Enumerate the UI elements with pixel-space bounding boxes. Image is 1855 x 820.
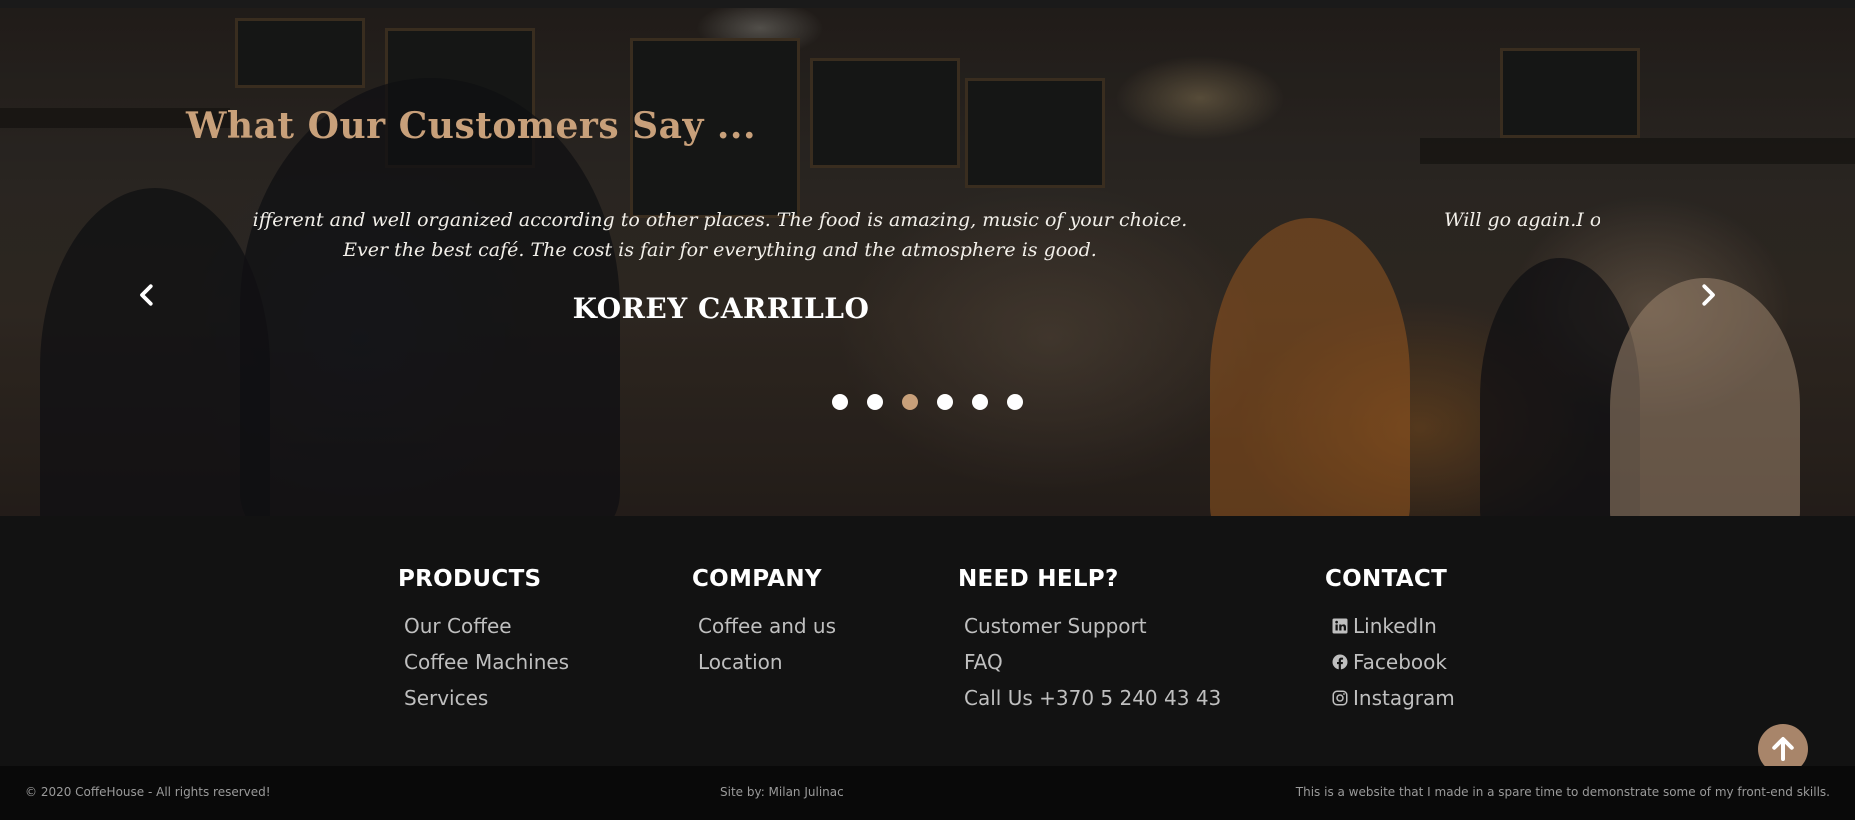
chevron-left-icon [140,284,153,306]
slider-dot-3[interactable] [902,394,918,410]
slider-dot-6[interactable] [1007,394,1023,410]
linkedin-icon [1332,618,1348,634]
slider-dot-2[interactable] [867,394,883,410]
next-slide-button[interactable] [1693,280,1723,310]
footer-heading-company: COMPANY [692,566,822,592]
facebook-label: Facebook [1353,650,1447,674]
testimonial-quote: ifferent and well organized according to… [252,209,1188,261]
footer-help-column: NEED HELP? Customer Support FAQ Call Us … [958,566,1221,716]
footer-heading-contact: CONTACT [1325,566,1448,592]
testimonials-section: What Our Customers Say ... ifferent and … [0,8,1855,516]
footer-company-column: COMPANY Coffee and us Location [692,566,836,680]
slider-dot-5[interactable] [972,394,988,410]
footer-link-coffee-and-us[interactable]: Coffee and us [692,608,836,644]
testimonial-author: KOREY CARRILLO [572,292,870,325]
footer-link-facebook[interactable]: Facebook [1325,644,1455,680]
slider-dot-4[interactable] [937,394,953,410]
bottom-bar: © 2020 CoffeHouse - All rights reserved!… [0,766,1855,820]
footer-link-coffee-machines[interactable]: Coffee Machines [398,644,569,680]
instagram-icon [1332,690,1348,706]
testimonials-title: What Our Customers Say ... [186,105,756,147]
facebook-icon [1332,654,1348,670]
slider-dot-1[interactable] [832,394,848,410]
footer-heading-help: NEED HELP? [958,566,1119,592]
footer-link-call-us[interactable]: Call Us +370 5 240 43 43 [958,680,1221,716]
footer-link-location[interactable]: Location [692,644,836,680]
slider-dots [832,394,1023,410]
instagram-label: Instagram [1353,686,1455,710]
footer-link-services[interactable]: Services [398,680,569,716]
footer-link-linkedin[interactable]: LinkedIn [1325,608,1455,644]
top-bar [0,0,1855,8]
chevron-right-icon [1702,284,1715,306]
previous-slide-button[interactable] [132,280,162,310]
footer-contact-column: CONTACT LinkedIn Facebook Instagram [1325,566,1455,716]
footer-link-instagram[interactable]: Instagram [1325,680,1455,716]
site-credit: Site by: Milan Julinac [720,785,844,799]
site-footer: PRODUCTS Our Coffee Coffee Machines Serv… [0,516,1855,766]
footer-link-customer-support[interactable]: Customer Support [958,608,1221,644]
footer-products-column: PRODUCTS Our Coffee Coffee Machines Serv… [398,566,569,716]
arrow-up-icon [1772,737,1794,761]
copyright-text: © 2020 CoffeHouse - All rights reserved! [25,785,271,799]
footer-heading-products: PRODUCTS [398,566,542,592]
site-note: This is a website that I made in a spare… [1295,785,1830,799]
next-testimonial-quote-preview: Will go again.I o [1444,209,1600,231]
footer-link-faq[interactable]: FAQ [958,644,1221,680]
footer-link-our-coffee[interactable]: Our Coffee [398,608,569,644]
linkedin-label: LinkedIn [1353,614,1437,638]
